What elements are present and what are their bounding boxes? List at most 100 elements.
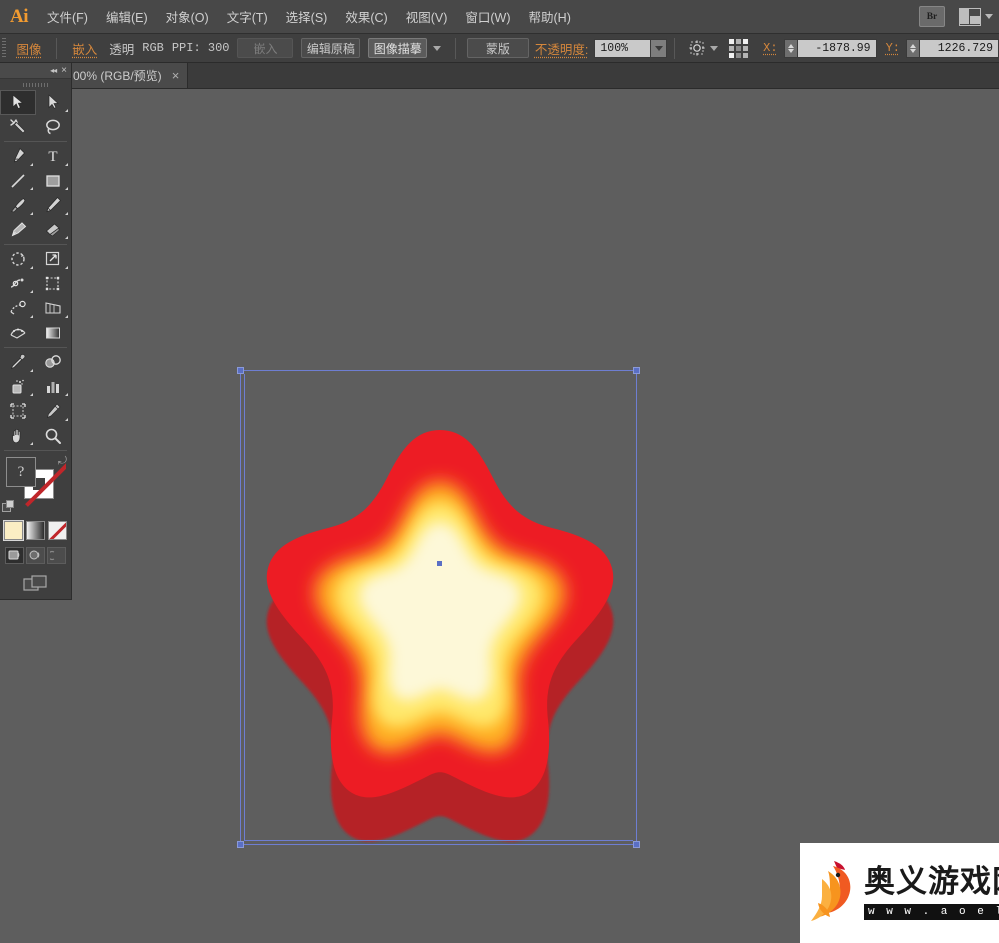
document-tab[interactable]: 00% (RGB/预览) × — [63, 63, 188, 88]
none-swatch[interactable] — [48, 521, 67, 540]
tools-panel-header[interactable]: ◂◂ × — [0, 63, 71, 79]
tool-hand-tool[interactable] — [0, 424, 36, 449]
opacity-combo[interactable]: 100% — [594, 39, 667, 58]
embed-button[interactable]: 嵌入 — [237, 38, 293, 58]
swap-fill-stroke-icon[interactable]: ⤾ — [58, 455, 67, 468]
tool-zoom-tool[interactable] — [36, 424, 72, 449]
menu-type[interactable]: 文字(T) — [218, 0, 277, 34]
tool-rectangle-tool[interactable] — [36, 169, 72, 194]
tool-lasso-tool[interactable] — [36, 115, 72, 140]
svg-text:T: T — [49, 149, 58, 164]
tools-grid-group-3 — [0, 247, 71, 345]
tool-pencil-tool[interactable] — [36, 193, 72, 218]
selection-handle-bottom-right[interactable] — [633, 841, 640, 848]
full-screen-menu-mode-button[interactable] — [26, 547, 45, 564]
menu-window[interactable]: 窗口(W) — [456, 0, 519, 34]
default-fill-stroke-icon[interactable] — [2, 500, 15, 513]
workspace-switcher[interactable] — [959, 8, 993, 26]
tool-blend-tool[interactable] — [36, 350, 72, 375]
opacity-dropdown-icon[interactable] — [650, 39, 667, 58]
transform-dropdown-icon[interactable] — [710, 46, 718, 51]
ppi-label: PPI: 300 — [168, 41, 234, 55]
tool-direct-selection-tool[interactable] — [36, 90, 72, 115]
tool-slice-tool[interactable] — [36, 399, 72, 424]
fill-unknown-label: ? — [18, 464, 25, 481]
image-trace-dropdown-icon[interactable] — [433, 46, 441, 51]
embed-status-label[interactable]: 嵌入 — [64, 39, 105, 58]
reference-point-grid-icon[interactable] — [729, 39, 748, 58]
site-name: 奥义游戏网 — [864, 866, 999, 899]
fill-color-swatch[interactable]: ? — [6, 457, 36, 487]
divider — [56, 38, 57, 59]
tool-perspective-grid-tool[interactable] — [36, 296, 72, 321]
document-canvas[interactable]: Ba jing — [0, 89, 999, 943]
menu-select[interactable]: 选择(S) — [277, 0, 337, 34]
tool-line-segment-tool[interactable] — [0, 169, 36, 194]
menu-help[interactable]: 帮助(H) — [520, 0, 580, 34]
y-spinner-icon[interactable] — [906, 39, 919, 58]
screen-mode-buttons — [0, 544, 71, 569]
menu-view[interactable]: 视图(V) — [397, 0, 457, 34]
menu-edit[interactable]: 编辑(E) — [97, 0, 157, 34]
y-input[interactable]: 1226.729 — [919, 39, 999, 58]
transform-effect-icon[interactable] — [688, 39, 706, 57]
selection-handle-top-right[interactable] — [633, 367, 640, 374]
selection-handle-top-left[interactable] — [237, 367, 244, 374]
opacity-label[interactable]: 不透明度: — [533, 39, 594, 58]
tool-symbol-sprayer-tool[interactable] — [0, 375, 36, 400]
gradient-swatch[interactable] — [26, 521, 45, 540]
tool-paintbrush-tool[interactable] — [0, 193, 36, 218]
tool-scale-tool[interactable] — [36, 247, 72, 272]
mask-button[interactable]: 蒙版 — [467, 38, 529, 58]
menu-effect[interactable]: 效果(C) — [336, 0, 396, 34]
opacity-input[interactable]: 100% — [594, 39, 650, 58]
tool-blob-brush-tool[interactable] — [0, 218, 36, 243]
selection-handle-bottom-left[interactable] — [237, 841, 244, 848]
x-spinner-icon[interactable] — [784, 39, 797, 58]
tool-eyedropper-tool[interactable] — [0, 350, 36, 375]
bridge-button[interactable]: Br — [919, 6, 945, 27]
tool-column-graph-tool[interactable] — [36, 375, 72, 400]
normal-screen-mode-button[interactable] — [5, 547, 24, 564]
menu-bar-right: Br — [919, 6, 999, 27]
app-logo-icon: Ai — [0, 0, 38, 34]
image-trace-button[interactable]: 图像描摹 — [368, 38, 427, 58]
tool-artboard-tool[interactable] — [0, 399, 36, 424]
control-bar-grip[interactable] — [0, 34, 8, 63]
tool-selection-tool[interactable] — [0, 90, 36, 115]
y-label: Y: — [877, 41, 906, 55]
y-stepper[interactable]: 1226.729 — [906, 39, 999, 58]
tool-magic-wand-tool[interactable] — [0, 115, 36, 140]
document-tab-bar: 00% (RGB/预览) × — [0, 63, 999, 89]
phoenix-logo-icon — [804, 857, 862, 929]
color-swatch[interactable] — [4, 521, 23, 540]
edit-original-button[interactable]: 编辑原稿 — [301, 38, 360, 58]
menu-object[interactable]: 对象(O) — [157, 0, 218, 34]
tool-free-transform-tool[interactable] — [36, 272, 72, 297]
tools-panel-grip[interactable] — [0, 79, 71, 90]
object-type-label[interactable]: 图像 — [8, 39, 49, 58]
tools-grid-group-1 — [0, 90, 71, 139]
tool-mesh-tool[interactable] — [0, 321, 36, 346]
tool-rotate-tool[interactable] — [0, 247, 36, 272]
control-bar: 图像 嵌入 透明 RGB PPI: 300 嵌入 编辑原稿 图像描摹 蒙版 不透… — [0, 34, 999, 63]
tool-width-tool[interactable] — [0, 272, 36, 297]
menu-file[interactable]: 文件(F) — [38, 0, 97, 34]
tool-pen-tool[interactable] — [0, 144, 36, 169]
tools-grid-group-4 — [0, 350, 71, 448]
tool-eraser-tool[interactable] — [36, 218, 72, 243]
close-icon[interactable]: × — [172, 69, 180, 82]
x-label: X: — [754, 41, 783, 55]
selection-bounding-box[interactable] — [240, 370, 637, 845]
tool-type-tool[interactable]: T — [36, 144, 72, 169]
site-watermark: 奥义游戏网 w w w . a o e l . c o m — [800, 843, 999, 943]
illustrator-window: Ai 文件(F) 编辑(E) 对象(O) 文字(T) 选择(S) 效果(C) 视图(V) 窗口… — [0, 0, 999, 943]
collapse-icon[interactable]: ◂◂ — [50, 66, 56, 75]
x-stepper[interactable]: -1878.99 — [784, 39, 877, 58]
close-icon[interactable]: × — [61, 66, 67, 76]
document-tab-label: 00% (RGB/预览) — [73, 67, 162, 84]
tool-gradient-tool[interactable] — [36, 321, 72, 346]
full-screen-mode-button[interactable] — [47, 547, 66, 564]
x-input[interactable]: -1878.99 — [797, 39, 877, 58]
tool-shape-builder-tool[interactable] — [0, 296, 36, 321]
